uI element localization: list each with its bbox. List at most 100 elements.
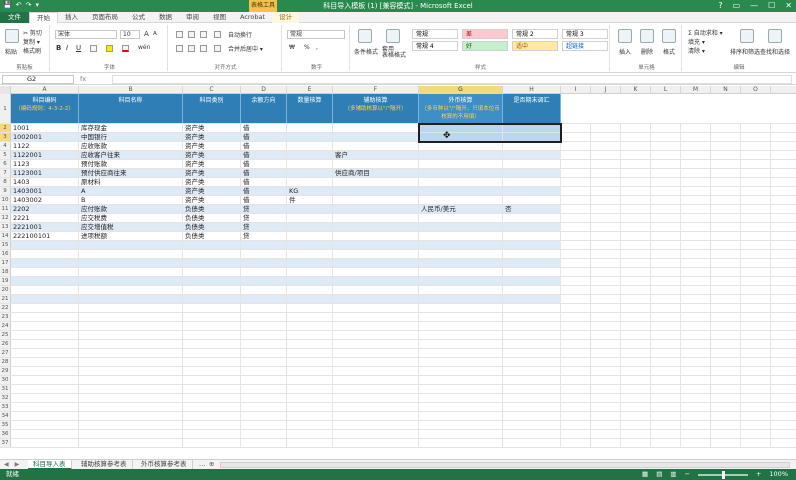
cell-m[interactable] [681, 259, 711, 267]
cell-style-option[interactable]: 适中 [512, 41, 558, 51]
cell-i[interactable] [561, 214, 591, 222]
cell-c[interactable] [183, 403, 241, 411]
zoom-level[interactable]: 100% [769, 469, 788, 480]
table-format-button[interactable]: 套用 表格格式 [382, 47, 406, 59]
cell-k[interactable] [621, 331, 651, 339]
cell-a[interactable]: 1122 [11, 142, 79, 150]
cell-g[interactable] [419, 403, 503, 411]
cell-style-option[interactable]: 常规 3 [562, 29, 608, 39]
italic-button[interactable]: I [66, 44, 68, 52]
cell-a[interactable]: 1123001 [11, 169, 79, 177]
cell-j[interactable] [591, 412, 621, 420]
cell-a[interactable] [11, 421, 79, 429]
row-number[interactable]: 22 [0, 304, 11, 312]
cell-d[interactable] [241, 340, 287, 348]
cell-o[interactable] [741, 340, 771, 348]
cell-o[interactable] [741, 232, 771, 240]
cell-o[interactable] [741, 286, 771, 294]
grow-font-button[interactable]: A [144, 30, 149, 38]
cell-e[interactable] [287, 268, 333, 276]
cell-n[interactable] [711, 268, 741, 276]
cell-e[interactable] [287, 322, 333, 330]
cell-i[interactable] [561, 385, 591, 393]
cell-n[interactable] [711, 214, 741, 222]
cell-c[interactable]: 资产类 [183, 133, 241, 141]
cell-k[interactable] [621, 340, 651, 348]
cell-g[interactable] [419, 286, 503, 294]
cell-a[interactable]: 1403001 [11, 187, 79, 195]
cell-e[interactable] [287, 340, 333, 348]
cell-a[interactable] [11, 349, 79, 357]
cell-b[interactable] [79, 250, 183, 258]
cell-j[interactable] [591, 367, 621, 375]
row-number[interactable]: 28 [0, 358, 11, 366]
row-number[interactable]: 25 [0, 331, 11, 339]
font-size-select[interactable]: 10 [120, 30, 140, 39]
cell-e[interactable] [287, 142, 333, 150]
column-header[interactable]: O [741, 86, 771, 94]
row-number[interactable]: 23 [0, 313, 11, 321]
cell-b[interactable]: 应交税费 [79, 214, 183, 222]
delete-cells-button[interactable]: 删除 [641, 47, 653, 56]
cell-o[interactable] [741, 349, 771, 357]
row-number[interactable]: 7 [0, 169, 11, 177]
cell-e[interactable] [287, 169, 333, 177]
cell-n[interactable] [711, 142, 741, 150]
header-cell-h[interactable]: 是否期末调汇 [503, 94, 561, 123]
cell-f[interactable] [333, 196, 419, 204]
format-painter-button[interactable]: 格式刷 [23, 46, 41, 55]
cell-f[interactable] [333, 232, 419, 240]
cell-f[interactable] [333, 349, 419, 357]
cell-k[interactable] [621, 214, 651, 222]
cell-g[interactable] [419, 268, 503, 276]
orientation-icon[interactable] [214, 31, 221, 38]
cell-l[interactable] [651, 394, 681, 402]
cell-g[interactable]: 人民币/美元 [419, 205, 503, 213]
cell-i[interactable] [561, 322, 591, 330]
cell-k[interactable] [621, 403, 651, 411]
cell-i[interactable] [561, 394, 591, 402]
cell-k[interactable] [621, 394, 651, 402]
cell-f[interactable] [333, 313, 419, 321]
cell-n[interactable] [711, 232, 741, 240]
cell-a[interactable]: 1123 [11, 160, 79, 168]
cell-f[interactable] [333, 124, 419, 132]
cell-a[interactable] [11, 367, 79, 375]
cell-h[interactable] [503, 268, 561, 276]
cell-a[interactable] [11, 430, 79, 438]
cell-d[interactable] [241, 439, 287, 447]
cell-k[interactable] [621, 160, 651, 168]
cell-g[interactable] [419, 331, 503, 339]
format-cells-icon[interactable] [662, 29, 676, 43]
cell-c[interactable] [183, 331, 241, 339]
cell-m[interactable] [681, 178, 711, 186]
cell-h[interactable] [503, 430, 561, 438]
cell-b[interactable] [79, 358, 183, 366]
cell-b[interactable]: 应交增值税 [79, 223, 183, 231]
comma-button[interactable]: , [316, 44, 318, 51]
zoom-thumb[interactable] [721, 470, 725, 479]
cell-a[interactable]: 2221001 [11, 223, 79, 231]
cell-j[interactable] [591, 358, 621, 366]
row-number[interactable]: 1 [0, 94, 11, 123]
cell-g[interactable] [419, 241, 503, 249]
cell-g[interactable] [419, 313, 503, 321]
cell-m[interactable] [681, 160, 711, 168]
cell-l[interactable] [651, 187, 681, 195]
cell-m[interactable] [681, 169, 711, 177]
tab-design[interactable]: 设计 [272, 11, 300, 23]
cell-c[interactable]: 资产类 [183, 160, 241, 168]
cell-e[interactable] [287, 367, 333, 375]
cell-b[interactable]: 应收账款 [79, 142, 183, 150]
cell-c[interactable]: 负债类 [183, 232, 241, 240]
cell-o[interactable] [741, 403, 771, 411]
cell-l[interactable] [651, 151, 681, 159]
tab-review[interactable]: 审阅 [179, 12, 206, 23]
cell-n[interactable] [711, 160, 741, 168]
cell-o[interactable] [741, 430, 771, 438]
cell-h[interactable] [503, 133, 561, 141]
cell-l[interactable] [651, 259, 681, 267]
cell-c[interactable] [183, 340, 241, 348]
cell-d[interactable]: 借 [241, 151, 287, 159]
cell-l[interactable] [651, 376, 681, 384]
